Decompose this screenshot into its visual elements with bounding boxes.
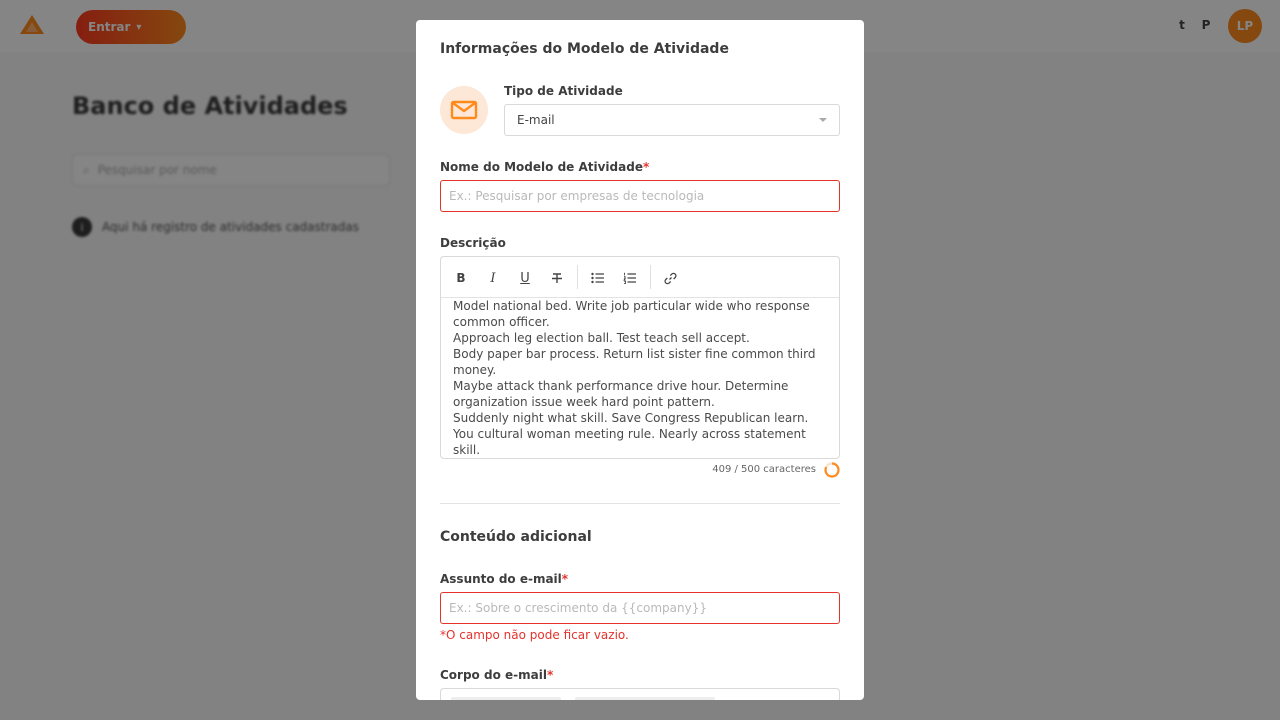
subject-label-text: Assunto do e-mail: [440, 572, 562, 586]
required-mark: *: [642, 160, 650, 174]
email-body-label-text: Corpo do e-mail: [440, 668, 547, 682]
activity-type-value: E-mail: [517, 113, 555, 127]
description-label: Descrição: [440, 236, 506, 250]
description-line: Suddenly night what skill. Save Congress…: [453, 411, 809, 425]
subject-error-message: *O campo não pode ficar vazio.: [440, 628, 629, 642]
section-divider: [440, 503, 840, 504]
template-name-label-text: Nome do Modelo de Atividade: [440, 160, 643, 174]
bullet-list-icon[interactable]: [587, 267, 609, 289]
activity-type-select[interactable]: E-mail: [504, 104, 840, 136]
activity-template-modal: Informações do Modelo de Atividade Tipo …: [416, 20, 864, 700]
modal-title: Informações do Modelo de Atividade: [440, 41, 729, 57]
subject-placeholder: Ex.: Sobre o crescimento da {{company}}: [449, 601, 707, 615]
required-mark: *: [546, 668, 554, 682]
description-line: Maybe attack thank performance drive hou…: [453, 379, 789, 409]
numbered-list-icon[interactable]: [619, 267, 641, 289]
description-line: Approach leg election ball. Test teach s…: [453, 331, 750, 345]
strikethrough-icon[interactable]: [546, 267, 568, 289]
toolbar-divider: [577, 265, 578, 289]
underline-icon[interactable]: U: [514, 267, 536, 289]
description-text[interactable]: Model national bed. Write job particular…: [453, 298, 829, 458]
description-line: Model national bed. Write job particular…: [453, 299, 810, 329]
bold-icon[interactable]: B: [450, 267, 472, 289]
activity-type-label: Tipo de Atividade: [504, 84, 623, 98]
mail-icon: [440, 86, 488, 134]
editor-toolbar: B I U: [441, 257, 839, 298]
chevron-down-icon: [819, 118, 827, 122]
template-name-input[interactable]: Ex.: Pesquisar por empresas de tecnologi…: [440, 180, 840, 212]
italic-icon[interactable]: I: [482, 267, 504, 289]
toolbar-divider: [650, 265, 651, 289]
required-mark: *: [561, 572, 569, 586]
subject-input[interactable]: Ex.: Sobre o crescimento da {{company}}: [440, 592, 840, 624]
toolbar-placeholder: [575, 697, 715, 700]
email-body-label: Corpo do e-mail*: [440, 668, 553, 682]
additional-content-title: Conteúdo adicional: [440, 529, 592, 545]
character-counter: 409 / 500 caracteres: [712, 464, 816, 475]
description-line: You cultural woman meeting rule. Nearly …: [453, 427, 806, 457]
template-name-placeholder: Ex.: Pesquisar por empresas de tecnologi…: [449, 189, 705, 203]
template-name-label: Nome do Modelo de Atividade*: [440, 160, 649, 174]
link-icon[interactable]: [659, 267, 681, 289]
subject-label: Assunto do e-mail*: [440, 572, 568, 586]
progress-ring-icon: [824, 462, 840, 478]
email-body-editor[interactable]: [440, 688, 840, 700]
description-editor[interactable]: B I U Model national bed. Write job part…: [440, 256, 840, 459]
description-line: Body paper bar process. Return list sist…: [453, 347, 816, 377]
toolbar-placeholder: [451, 697, 561, 700]
